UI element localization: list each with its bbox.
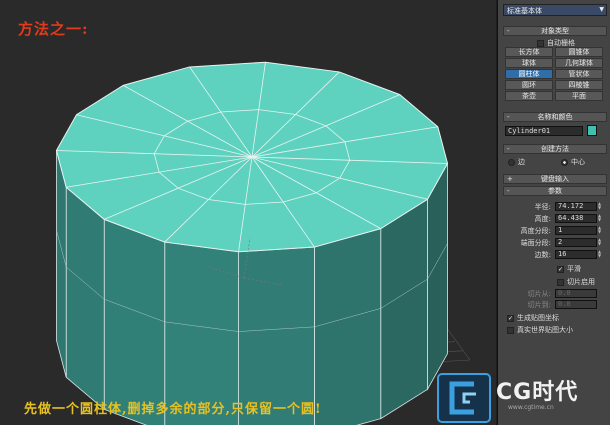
method-title: 方法之一:	[18, 20, 89, 38]
object-type-button[interactable]: 圆锥体	[555, 47, 603, 57]
radio-center-dot	[561, 158, 568, 166]
checkbox-box	[507, 326, 514, 334]
rollout-parameters-label: 参数	[548, 187, 562, 195]
spinner-arrows-icon[interactable]: ▲ ▼	[598, 214, 603, 223]
rollout-keyboard-entry[interactable]: + 键盘输入	[503, 174, 607, 184]
cap-segments-spinner[interactable]: 2	[555, 238, 597, 247]
viewport-scene[interactable]	[0, 0, 496, 425]
collapse-icon: -	[507, 27, 510, 35]
instruction-caption: 先做一个圆柱体,删掉多余的部分,只保留一个圆!	[24, 402, 322, 417]
radio-center-label: 中心	[571, 158, 585, 166]
object-type-button[interactable]: 圆环	[505, 80, 553, 90]
slice-on-checkbox[interactable]: 切片启用	[557, 277, 595, 287]
rollout-creation-method-label: 创建方法	[541, 145, 569, 153]
logo-url: www.cgtime.cn	[508, 404, 554, 411]
category-dropdown[interactable]: 标准基本体 ▼	[503, 4, 607, 16]
sides-label: 边数:	[534, 251, 551, 259]
cylinder-side-face	[380, 198, 428, 420]
slice-on-label: 切片启用	[567, 278, 595, 286]
height-segments-label: 高度分段:	[520, 227, 551, 235]
perspective-viewport[interactable]: 方法之一: 先做一个圆柱体,删掉多余的部分,只保留一个圆!	[0, 0, 496, 425]
slice-to-label: 切片到:	[527, 301, 551, 309]
radio-edge-dot	[508, 158, 515, 166]
object-type-button[interactable]: 四棱锥	[555, 80, 603, 90]
height-spinner[interactable]: 64.438	[555, 214, 597, 223]
checkbox-checked: ✓	[557, 265, 564, 273]
real-world-map-checkbox[interactable]: 真实世界贴图大小	[507, 325, 573, 335]
rollout-parameters[interactable]: - 参数	[503, 186, 607, 196]
rollout-object-type-label: 对象类型	[541, 27, 569, 35]
collapse-icon: -	[507, 187, 510, 195]
cylinder-top-cap	[55, 61, 449, 253]
height-label: 高度:	[534, 215, 551, 223]
spinner-arrows-icon[interactable]: ▲ ▼	[598, 238, 603, 247]
collapse-icon: -	[507, 113, 510, 121]
slice-from-spinner[interactable]: 0.0	[555, 289, 597, 298]
spinner-arrows-icon[interactable]: ▲ ▼	[598, 250, 603, 259]
rollout-name-color[interactable]: - 名称和颜色	[503, 112, 607, 122]
checkbox-checked: ✓	[507, 314, 514, 322]
radio-edge[interactable]: 边	[508, 157, 525, 167]
object-type-button[interactable]: 茶壶	[505, 91, 553, 101]
object-type-button[interactable]: 几何球体	[555, 58, 603, 68]
smooth-checkbox[interactable]: ✓ 平滑	[557, 264, 581, 274]
command-panel: 标准基本体 ▼ - 对象类型 自动栅格 长方体 圆锥体 球体 几何球体 圆柱体 管状体 圆环…	[497, 0, 610, 425]
object-type-button[interactable]: 管状体	[555, 69, 603, 79]
spinner-arrows-icon[interactable]: ▲ ▼	[598, 202, 603, 211]
rollout-object-type[interactable]: - 对象类型	[503, 26, 607, 36]
checkbox-box	[557, 278, 564, 286]
spinner-arrows-icon[interactable]: ▲ ▼	[598, 226, 603, 235]
radius-spinner[interactable]: 74.172	[555, 202, 597, 211]
rollout-keyboard-entry-label: 键盘输入	[541, 175, 569, 183]
gen-map-coords-label: 生成贴图坐标	[517, 314, 559, 322]
slice-to-spinner[interactable]: 0.0	[555, 300, 597, 309]
cylinder-side-face	[56, 150, 67, 378]
radio-center[interactable]: 中心	[561, 157, 585, 167]
real-world-map-label: 真实世界贴图大小	[517, 326, 573, 334]
height-segments-spinner[interactable]: 1	[555, 226, 597, 235]
smooth-label: 平滑	[567, 265, 581, 273]
cylinder-side-face	[313, 228, 382, 425]
checkbox-box	[537, 39, 544, 47]
chevron-down-icon: ▼	[599, 6, 604, 13]
radio-edge-label: 边	[518, 158, 525, 166]
expand-icon: +	[507, 175, 513, 183]
logo-text: CG时代	[496, 380, 579, 405]
cylinder-side-face	[427, 161, 448, 391]
gen-map-coords-checkbox[interactable]: ✓ 生成贴图坐标	[507, 313, 559, 323]
sides-spinner[interactable]: 16	[555, 250, 597, 259]
rollout-creation-method[interactable]: - 创建方法	[503, 144, 607, 154]
rollout-name-color-label: 名称和颜色	[537, 113, 573, 121]
object-type-button[interactable]: 平面	[555, 91, 603, 101]
cylinder-side-face	[103, 218, 166, 425]
object-color-swatch[interactable]	[587, 125, 597, 136]
object-name-field[interactable]: Cylinder01	[505, 126, 583, 136]
category-dropdown-value: 标准基本体	[507, 7, 542, 15]
cylinder-side-face	[65, 186, 105, 411]
object-type-button[interactable]: 长方体	[505, 47, 553, 57]
cap-segments-label: 端面分段:	[520, 239, 551, 247]
object-type-button[interactable]: 球体	[505, 58, 553, 68]
collapse-icon: -	[507, 145, 510, 153]
radius-label: 半径:	[534, 203, 551, 211]
object-type-button[interactable]: 圆柱体	[505, 69, 553, 79]
slice-from-label: 切片从:	[527, 290, 551, 298]
